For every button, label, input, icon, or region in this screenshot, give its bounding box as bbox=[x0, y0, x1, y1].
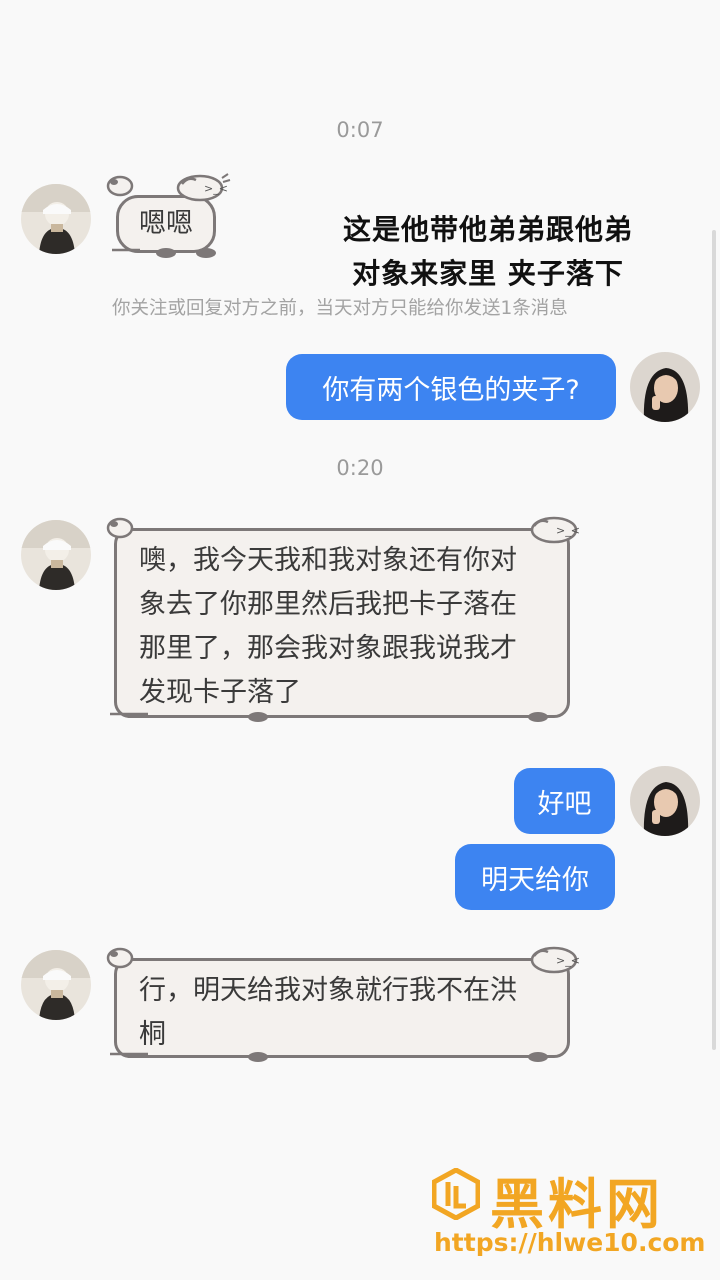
svg-text:>_<: >_< bbox=[204, 182, 228, 195]
sheep-feet-icon bbox=[112, 248, 216, 258]
avatar-sender-image bbox=[21, 950, 91, 1020]
svg-text:>_<: >_< bbox=[556, 524, 580, 537]
outgoing-message-bubble[interactable]: 你有两个银色的夹子? bbox=[286, 354, 616, 420]
message-text: 噢，我今天我和我对象还有你对 象去了你那里然后我把卡子落在 那里了，那会我对象跟… bbox=[139, 539, 567, 715]
outgoing-message-bubble[interactable]: 明天给你 bbox=[455, 844, 615, 910]
caption-line: 对象来家里 夹子落下 bbox=[352, 257, 624, 290]
message-text: 好吧 bbox=[537, 788, 592, 820]
caption-line: 这是他带他弟弟跟他弟 bbox=[342, 213, 633, 246]
sheep-sticker-icon: >_< bbox=[106, 946, 580, 974]
sender-avatar[interactable] bbox=[21, 184, 91, 254]
sheep-feet-icon bbox=[110, 1052, 548, 1062]
sender-avatar[interactable] bbox=[21, 950, 91, 1020]
sender-avatar[interactable] bbox=[21, 520, 91, 590]
svg-text:>_<: >_< bbox=[556, 954, 580, 967]
sheep-sticker-icon: >_< bbox=[106, 516, 580, 544]
message-text: 行，明天给我对象就行我不在洪 桐 bbox=[139, 969, 567, 1057]
avatar-sender-image bbox=[21, 184, 91, 254]
timestamp: 0:20 bbox=[336, 456, 384, 480]
message-limit-notice: 你关注或回复对方之前，当天对方只能给你发送1条消息 bbox=[112, 298, 568, 319]
watermark-url: https://hlwe10.com bbox=[434, 1228, 706, 1257]
message-text: 明天给你 bbox=[481, 864, 589, 896]
message-text: 嗯嗯 bbox=[139, 208, 193, 239]
avatar-me-image bbox=[630, 766, 700, 836]
my-avatar[interactable] bbox=[630, 766, 700, 836]
message-text: 你有两个银色的夹子? bbox=[322, 374, 580, 406]
watermark-logo-icon bbox=[432, 1168, 480, 1220]
avatar-sender-image bbox=[21, 520, 91, 590]
incoming-message-bubble[interactable]: 噢，我今天我和我对象还有你对 象去了你那里然后我把卡子落在 那里了，那会我对象跟… bbox=[114, 528, 570, 718]
sheep-sticker-icon: >_< bbox=[106, 173, 231, 202]
message-line: 那里了，那会我对象跟我说我才 bbox=[139, 633, 517, 664]
overlay-caption: 这是他带他弟弟跟他弟 对象来家里 夹子落下 bbox=[318, 208, 658, 296]
sheep-feet-icon bbox=[110, 712, 548, 722]
avatar-me-image bbox=[630, 352, 700, 422]
outgoing-message-bubble[interactable]: 好吧 bbox=[514, 768, 615, 834]
my-avatar[interactable] bbox=[630, 352, 700, 422]
timestamp: 0:07 bbox=[336, 118, 384, 142]
scrollbar[interactable] bbox=[712, 230, 716, 1050]
message-line: 象去了你那里然后我把卡子落在 bbox=[139, 589, 517, 620]
